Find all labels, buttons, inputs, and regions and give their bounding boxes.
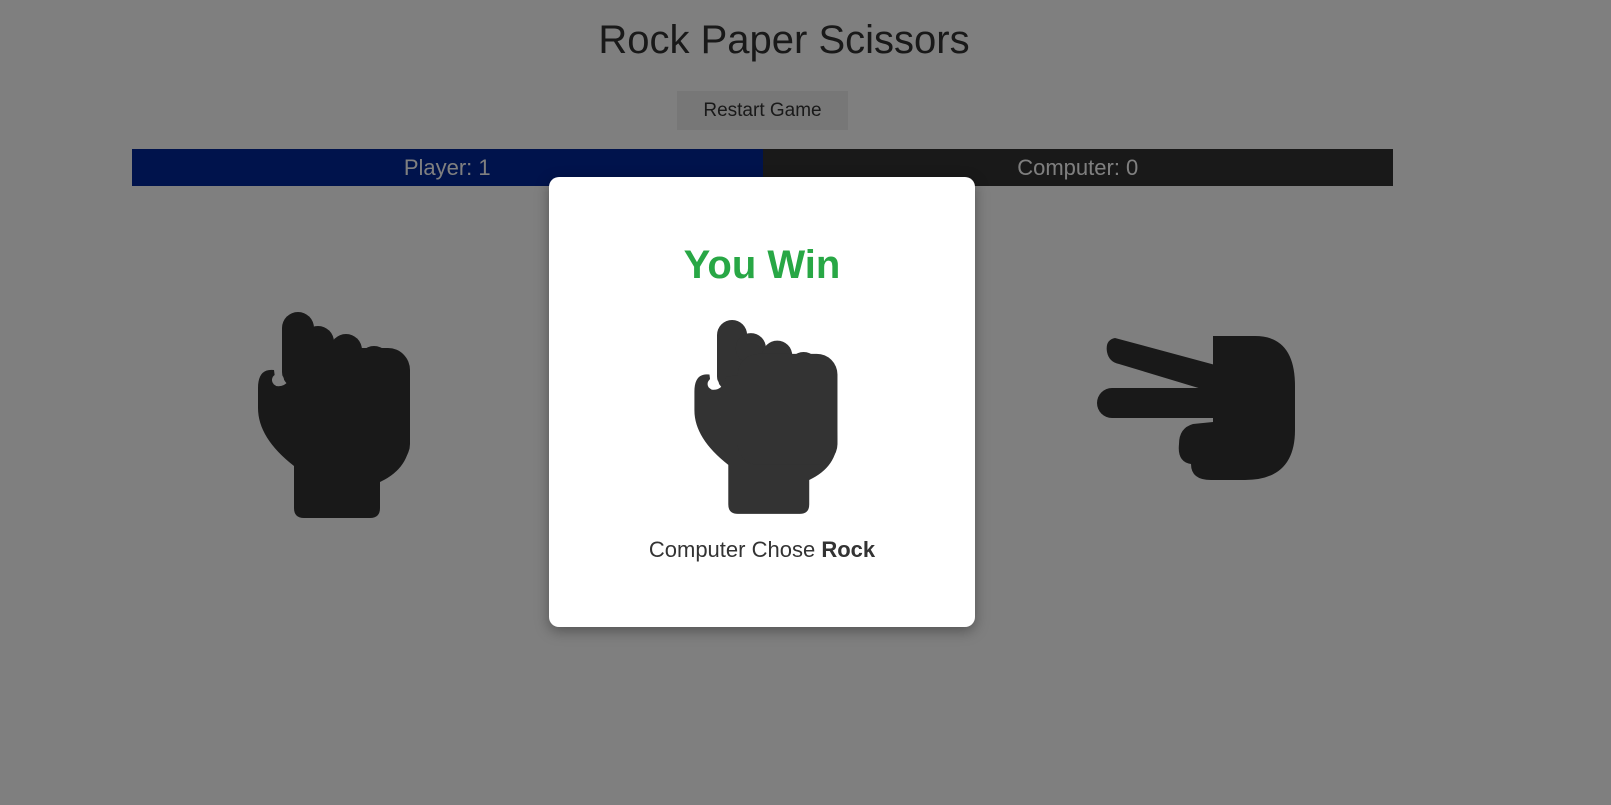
- game-page: Rock Paper Scissors Restart Game Player:…: [0, 0, 1611, 805]
- computer-choice-prefix: Computer Chose: [648, 537, 816, 562]
- computer-choice-value: Rock: [821, 537, 876, 562]
- computer-choice-text: Computer Chose Rock: [549, 537, 975, 563]
- result-modal: You Win Computer Chose Rock: [549, 177, 975, 627]
- result-title: You Win: [683, 243, 841, 287]
- hand-rock-icon: [685, 315, 845, 515]
